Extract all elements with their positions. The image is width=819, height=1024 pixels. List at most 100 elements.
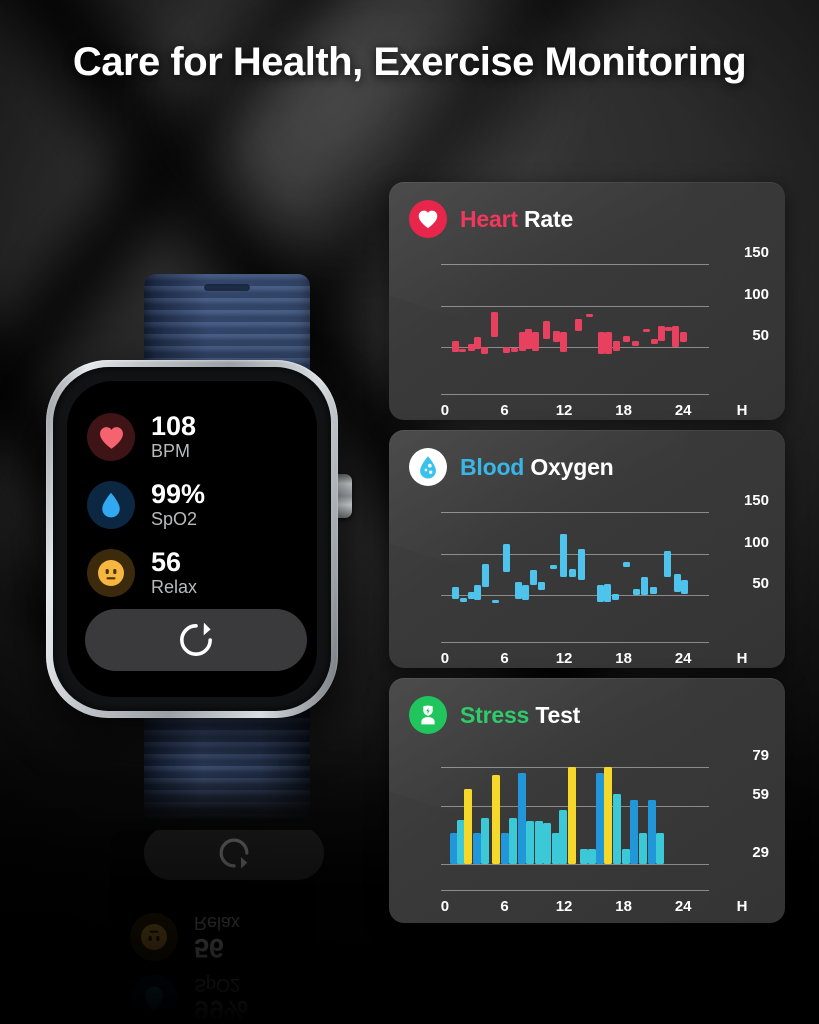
smartwatch-product-image: 108 BPM 99% SpO2 56 Relax — [36, 262, 376, 822]
chart-plot-area: 150 100 50 — [441, 492, 769, 616]
watch-metric-stress[interactable]: 56 Relax — [87, 539, 301, 607]
chart-bar — [656, 833, 665, 864]
chart-bars — [443, 500, 705, 616]
chart-bar — [473, 833, 482, 864]
chart-bar — [605, 332, 613, 354]
chart-bar — [680, 580, 688, 594]
metric-value: 56 — [151, 546, 182, 577]
chart-bar — [474, 585, 482, 601]
chart-bar — [490, 312, 498, 338]
chart-bar — [569, 568, 577, 578]
card-header: Blood Oxygen — [389, 430, 785, 486]
watch-metric-heart-rate[interactable]: 108 BPM — [87, 403, 301, 471]
chart-axis-line — [441, 394, 709, 395]
card-title: Heart Rate — [460, 206, 573, 233]
chart-bar — [568, 767, 577, 864]
chart-bar — [542, 320, 550, 339]
card-stress-test[interactable]: Stress Test 79 59 29 0 6 12 18 24 H — [389, 678, 785, 923]
chart-x-axis: 0 6 12 18 24 H — [441, 402, 771, 420]
chart-x-axis-unit-label: H — [736, 898, 748, 915]
watch-metrics-list: 108 BPM 99% SpO2 56 Relax — [87, 403, 301, 607]
chart-x-tick-label: 24 — [674, 898, 692, 915]
chart-x-tick-label: 6 — [500, 650, 509, 667]
chart-bar — [647, 800, 656, 864]
chart-bar — [664, 550, 672, 578]
metric-label-reflection: Relax — [194, 913, 241, 934]
metric-value-reflection: 56 — [194, 933, 225, 964]
chart-bar — [552, 330, 560, 343]
chart-axis-line — [441, 642, 709, 643]
neutral-face-icon-reflection — [130, 913, 178, 961]
card-title-rest: Test — [529, 701, 581, 728]
chart-y-tick-label: 50 — [752, 327, 769, 345]
metric-value-reflection: 99% — [194, 995, 249, 1024]
chart-bar — [459, 348, 467, 353]
chart-bar — [535, 821, 544, 864]
chart-bar — [612, 794, 621, 864]
watch-case: 108 BPM 99% SpO2 56 Relax — [46, 360, 338, 718]
chart-bar — [577, 548, 585, 581]
chart-x-axis-unit-label: H — [736, 402, 748, 419]
chart-axis-line — [441, 890, 709, 891]
watch-reflection: 99% SpO2 56 Relax — [36, 830, 376, 1024]
page-title: Care for Health, Exercise Monitoring — [72, 40, 747, 84]
chart-bars — [443, 252, 705, 368]
chart-bar — [549, 565, 557, 569]
chart-bar — [622, 562, 630, 568]
chart-bar — [530, 570, 538, 586]
metric-label: BPM — [151, 440, 191, 461]
chart-bar — [517, 773, 526, 864]
card-heart-rate[interactable]: Heart Rate 150 100 50 0 6 12 18 24 H — [389, 182, 785, 420]
chart-y-tick-label: 100 — [743, 285, 769, 303]
chart-y-tick-label: 150 — [743, 492, 769, 510]
chart-bar — [585, 314, 593, 318]
chart-bar — [480, 347, 488, 354]
chart-bar — [481, 563, 489, 587]
chart-x-tick-label: 12 — [555, 898, 573, 915]
chart-heart-rate: 150 100 50 0 6 12 18 24 H — [441, 244, 771, 419]
chart-bar — [492, 600, 500, 604]
chart-bar — [633, 588, 641, 596]
chart-gridline — [441, 864, 709, 865]
chart-bar — [514, 582, 522, 599]
chart-bar — [451, 587, 459, 600]
chart-x-tick-label: 12 — [555, 402, 573, 419]
card-title-accent: Blood — [460, 453, 525, 480]
chart-x-tick-label: 18 — [615, 402, 632, 419]
chart-y-tick-label: 59 — [752, 786, 769, 803]
chart-x-tick-label: 12 — [555, 650, 573, 667]
metric-label: Relax — [151, 576, 198, 597]
refresh-button-reflection — [144, 830, 324, 880]
chart-x-tick-label: 0 — [440, 898, 450, 915]
card-title-accent: Heart — [460, 205, 518, 232]
card-title: Stress Test — [460, 702, 580, 729]
chart-bar — [503, 543, 511, 573]
water-drop-icon — [87, 481, 135, 529]
chart-x-tick-label: 6 — [500, 898, 509, 915]
chart-bar — [538, 582, 546, 591]
chart-bars — [443, 748, 705, 864]
metric-label: SpO2 — [151, 508, 198, 529]
chart-x-tick-label: 6 — [500, 402, 509, 419]
chart-bar — [542, 823, 551, 864]
card-header: Heart Rate — [389, 182, 785, 238]
metric-value: 99% — [151, 478, 206, 509]
chart-x-tick-label: 18 — [615, 898, 632, 915]
heart-icon — [409, 200, 447, 238]
chart-bar — [559, 809, 568, 864]
chart-bar — [612, 340, 620, 351]
watch-metric-blood-oxygen[interactable]: 99% SpO2 — [87, 471, 301, 539]
card-title: Blood Oxygen — [460, 454, 614, 481]
refresh-button[interactable] — [85, 609, 307, 671]
card-blood-oxygen[interactable]: Blood Oxygen 150 100 50 0 6 12 18 24 H — [389, 430, 785, 668]
chart-y-tick-label: 29 — [752, 844, 769, 861]
chart-blood-oxygen: 150 100 50 0 6 12 18 24 H — [441, 492, 771, 667]
chart-x-axis: 0 6 12 18 24 H — [441, 650, 771, 668]
card-header: Stress Test — [389, 678, 785, 734]
chart-bar — [510, 348, 518, 353]
chart-bar — [579, 848, 588, 864]
chart-bar — [604, 767, 613, 864]
chart-bar — [560, 533, 568, 578]
chart-bar — [623, 335, 631, 343]
chart-bar — [679, 332, 687, 343]
